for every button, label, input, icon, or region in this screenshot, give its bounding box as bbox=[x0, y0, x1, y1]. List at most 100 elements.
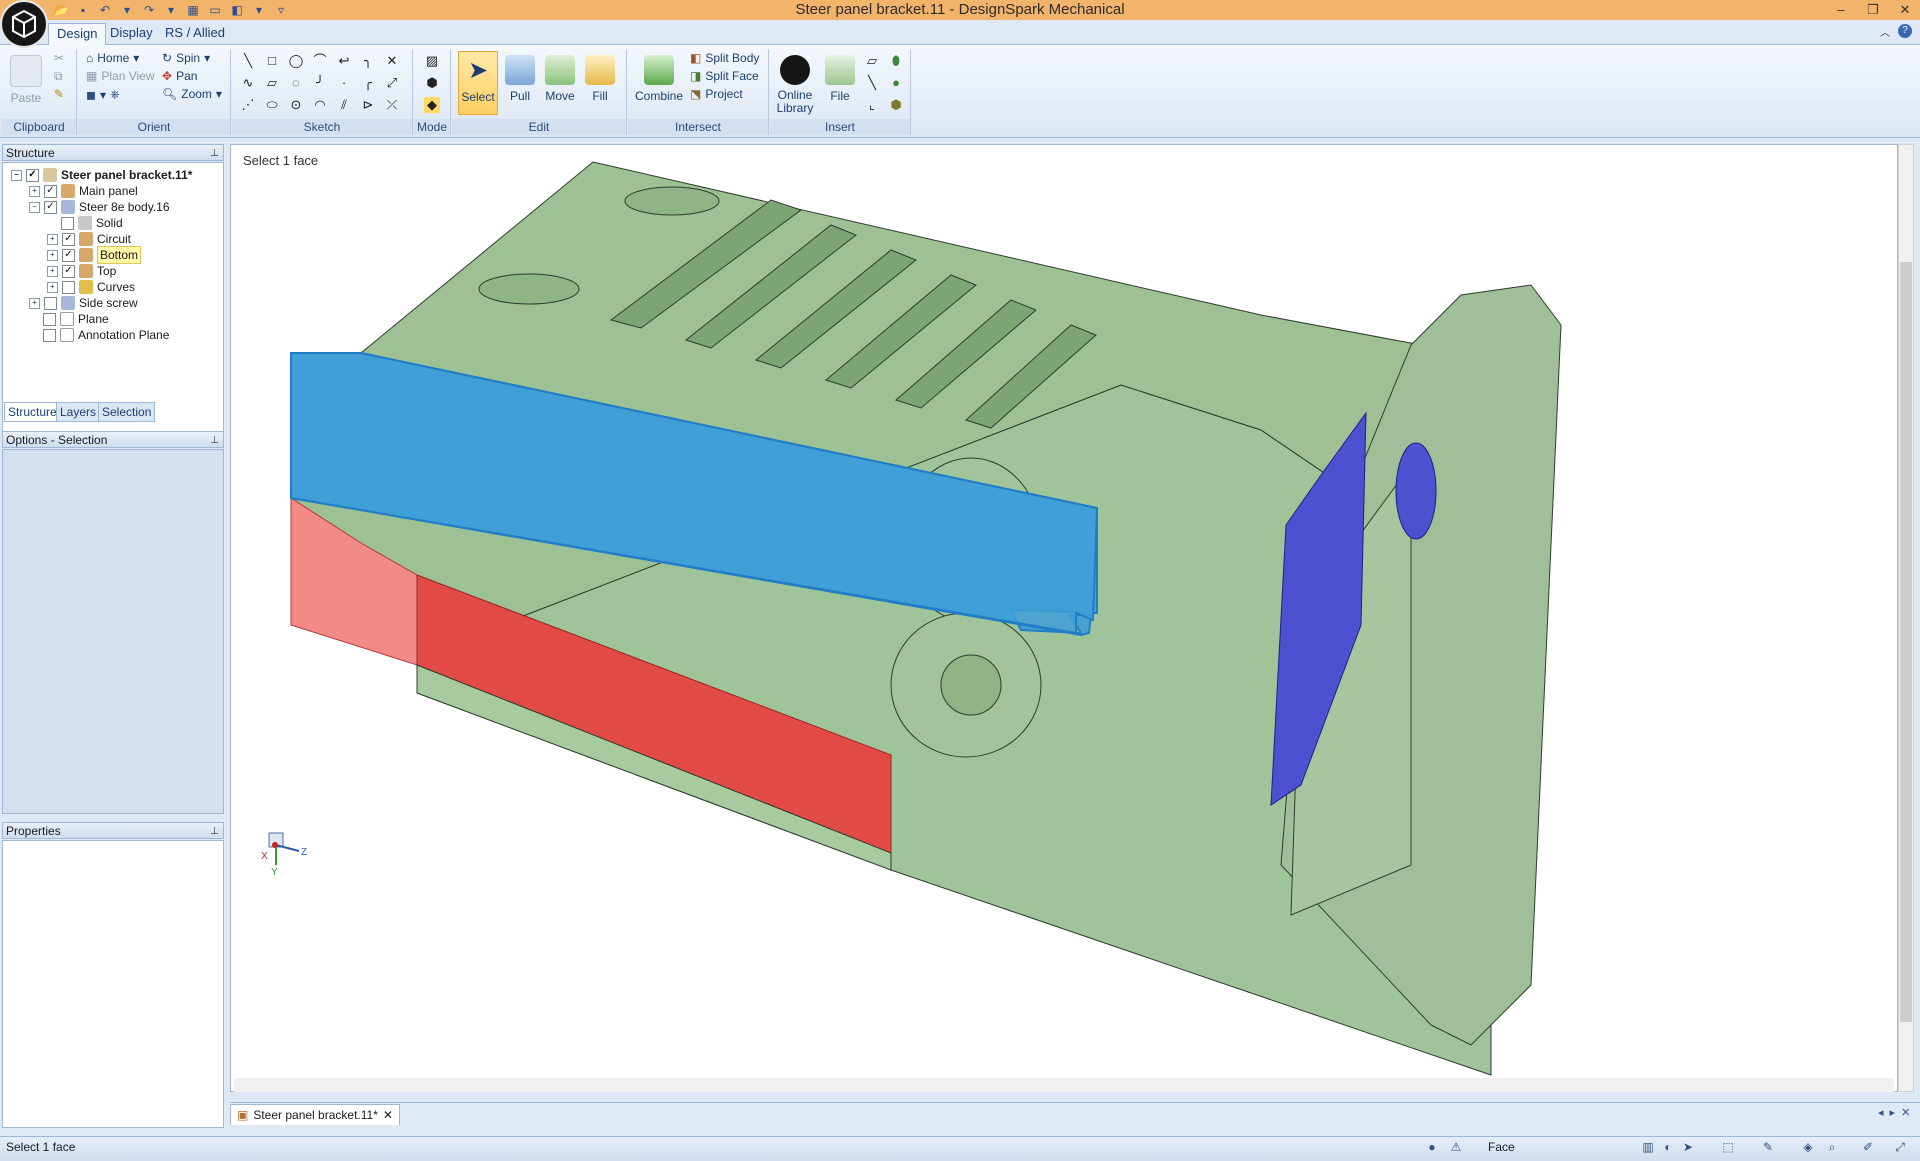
close-icon[interactable]: ✕ bbox=[383, 1105, 393, 1125]
layout-icon[interactable]: ▦ bbox=[184, 2, 202, 18]
connector-hole-face[interactable] bbox=[1395, 442, 1437, 540]
expand-status-icon[interactable]: ⤢ bbox=[1892, 1140, 1908, 1156]
view-cube-button[interactable]: ◼ ▾ ⎈ bbox=[86, 87, 120, 102]
tree-item-curves[interactable]: + Curves bbox=[47, 279, 135, 295]
undo-icon[interactable]: ↶ bbox=[96, 2, 114, 18]
restore-icon[interactable]: ❐ bbox=[1864, 1, 1882, 19]
tree-item-top[interactable]: + ✓ Top bbox=[47, 263, 116, 279]
box-select-icon[interactable]: ⬚ bbox=[1720, 1140, 1736, 1156]
split-body-button[interactable]: ◧ Split Body bbox=[690, 51, 759, 65]
face-filter-icon[interactable]: ◐ bbox=[1660, 1140, 1676, 1156]
3d-mode-icon[interactable]: ◆ bbox=[424, 97, 440, 113]
app-logo-button[interactable] bbox=[0, 0, 48, 48]
origin-icon[interactable]: ⌞ bbox=[864, 97, 880, 113]
expand-icon[interactable]: + bbox=[47, 265, 58, 277]
expand-icon[interactable]: + bbox=[29, 185, 40, 197]
select-mode-icon[interactable]: ➤ bbox=[1680, 1140, 1696, 1156]
ellipse-icon[interactable]: ⬭ bbox=[264, 97, 280, 113]
prev-doc-icon[interactable]: ◂ bbox=[1878, 1106, 1884, 1119]
construction-line-icon[interactable]: ⋰ bbox=[240, 97, 256, 113]
visibility-checkbox[interactable]: ✓ bbox=[62, 248, 75, 262]
undo-dropdown-icon[interactable]: ▾ bbox=[118, 2, 136, 18]
stop-icon[interactable]: ● bbox=[1424, 1140, 1440, 1156]
warning-icon[interactable]: ⚠ bbox=[1448, 1140, 1464, 1156]
redo-dropdown-icon[interactable]: ▾ bbox=[162, 2, 180, 18]
three-point-circle-icon[interactable]: ◌ bbox=[288, 75, 304, 91]
new-window-icon[interactable]: ◧ bbox=[228, 2, 246, 18]
offset-curve-icon[interactable]: ⫽ bbox=[336, 97, 352, 113]
collapse-icon[interactable]: − bbox=[11, 169, 22, 181]
tree-item-side-screw[interactable]: + Side screw bbox=[29, 295, 138, 311]
plan-view-button[interactable]: ▦ Plan View bbox=[86, 69, 155, 83]
paste-button[interactable]: Paste bbox=[6, 51, 46, 115]
section-mode-icon[interactable]: ⬢ bbox=[424, 75, 440, 91]
project-button[interactable]: ⬔ Project bbox=[690, 87, 743, 101]
sketch-plane-icon[interactable]: ✎ bbox=[1760, 1140, 1776, 1156]
sphere-icon[interactable]: ● bbox=[888, 75, 904, 91]
pan-button[interactable]: ✥ Pan bbox=[162, 69, 197, 83]
top-hole-front[interactable] bbox=[478, 273, 580, 305]
screw-hole-lower[interactable] bbox=[940, 654, 1002, 716]
visibility-checkbox[interactable] bbox=[43, 312, 56, 326]
tab-structure[interactable]: Structure bbox=[4, 402, 61, 422]
tree-item-steer-body[interactable]: − ✓ Steer 8e body.16 bbox=[29, 199, 170, 215]
visibility-checkbox[interactable] bbox=[44, 296, 57, 310]
horizontal-scrollbar[interactable] bbox=[234, 1078, 1894, 1092]
visibility-checkbox[interactable]: ✓ bbox=[44, 200, 57, 214]
file-button[interactable]: File bbox=[820, 51, 860, 115]
spin-button[interactable]: ↻ Spin ▾ bbox=[162, 51, 210, 65]
arc-icon[interactable]: ⌒ bbox=[312, 53, 328, 69]
collapse-icon[interactable]: − bbox=[29, 201, 40, 213]
customize-qat-icon[interactable]: ▿ bbox=[272, 2, 290, 18]
window-dropdown-icon[interactable]: ▾ bbox=[250, 2, 268, 18]
home-button[interactable]: ⌂ Home ▾ bbox=[86, 51, 139, 65]
vertical-scroll-thumb[interactable] bbox=[1900, 262, 1912, 1022]
circle-icon[interactable]: ◯ bbox=[288, 53, 304, 69]
expand-icon[interactable]: + bbox=[47, 233, 58, 245]
display-style-icon[interactable]: ◈ bbox=[1800, 1140, 1816, 1156]
tangent-arc-icon[interactable]: ╯ bbox=[312, 75, 328, 91]
copy-button[interactable]: ⧉ bbox=[54, 69, 63, 84]
three-point-arc-icon[interactable]: ◠ bbox=[312, 97, 328, 113]
filter-icon[interactable]: ▥ bbox=[1640, 1140, 1656, 1156]
redo-icon[interactable]: ↷ bbox=[140, 2, 158, 18]
fillet-icon[interactable]: ╮ bbox=[360, 53, 376, 69]
plane-icon[interactable]: ▱ bbox=[864, 53, 880, 69]
tree-item-annotation-plane[interactable]: Annotation Plane bbox=[43, 327, 169, 343]
tree-item-solid[interactable]: Solid bbox=[61, 215, 123, 231]
pin-icon[interactable]: ⊥ bbox=[210, 823, 219, 840]
tab-rs-allied[interactable]: RS / Allied bbox=[157, 23, 233, 44]
corner-icon[interactable]: ╭ bbox=[360, 75, 376, 91]
close-icon[interactable]: ✕ bbox=[1896, 1, 1914, 19]
shell-icon[interactable]: ⬢ bbox=[888, 97, 904, 113]
pull-button[interactable]: Pull bbox=[500, 51, 540, 115]
expand-icon[interactable]: + bbox=[29, 297, 40, 309]
selection-filter[interactable]: Face bbox=[1488, 1140, 1515, 1154]
line-icon[interactable]: ╲ bbox=[240, 53, 256, 69]
sweep-arc-icon[interactable]: ↩ bbox=[336, 53, 352, 69]
zoom-status-icon[interactable]: ⌕ bbox=[1824, 1140, 1840, 1156]
format-painter-button[interactable]: ✎ bbox=[54, 87, 64, 101]
cut-button[interactable]: ✂ bbox=[54, 51, 64, 65]
save-icon[interactable]: ▪ bbox=[74, 2, 92, 18]
fill-button[interactable]: Fill bbox=[580, 51, 620, 115]
next-doc-icon[interactable]: ▸ bbox=[1890, 1106, 1896, 1119]
expand-icon[interactable]: + bbox=[47, 249, 58, 261]
close-doc-icon[interactable]: ✕ bbox=[1901, 1106, 1910, 1119]
tree-item-bottom[interactable]: + ✓ Bottom bbox=[47, 246, 142, 264]
pin-icon[interactable]: ⊥ bbox=[210, 432, 219, 449]
visibility-checkbox[interactable]: ✓ bbox=[62, 232, 75, 246]
trim-icon[interactable]: ✕ bbox=[384, 53, 400, 69]
tab-design[interactable]: Design bbox=[48, 23, 107, 45]
visibility-checkbox[interactable] bbox=[61, 216, 74, 230]
help-icon[interactable]: ? bbox=[1898, 24, 1912, 38]
pin-icon[interactable]: ⊥ bbox=[210, 145, 219, 162]
zoom-button[interactable]: 🔍︎ Zoom ▾ bbox=[162, 87, 222, 101]
top-hole-rear[interactable] bbox=[624, 186, 720, 216]
cylinder-icon[interactable]: ⬮ bbox=[888, 53, 904, 69]
split-face-button[interactable]: ◨ Split Face bbox=[690, 69, 759, 83]
tree-item-root[interactable]: − ✓ Steer panel bracket.11* bbox=[11, 167, 192, 183]
visibility-checkbox[interactable]: ✓ bbox=[26, 168, 39, 182]
move-button[interactable]: Move bbox=[540, 51, 580, 115]
project-curve-icon[interactable]: ⊳ bbox=[360, 97, 376, 113]
